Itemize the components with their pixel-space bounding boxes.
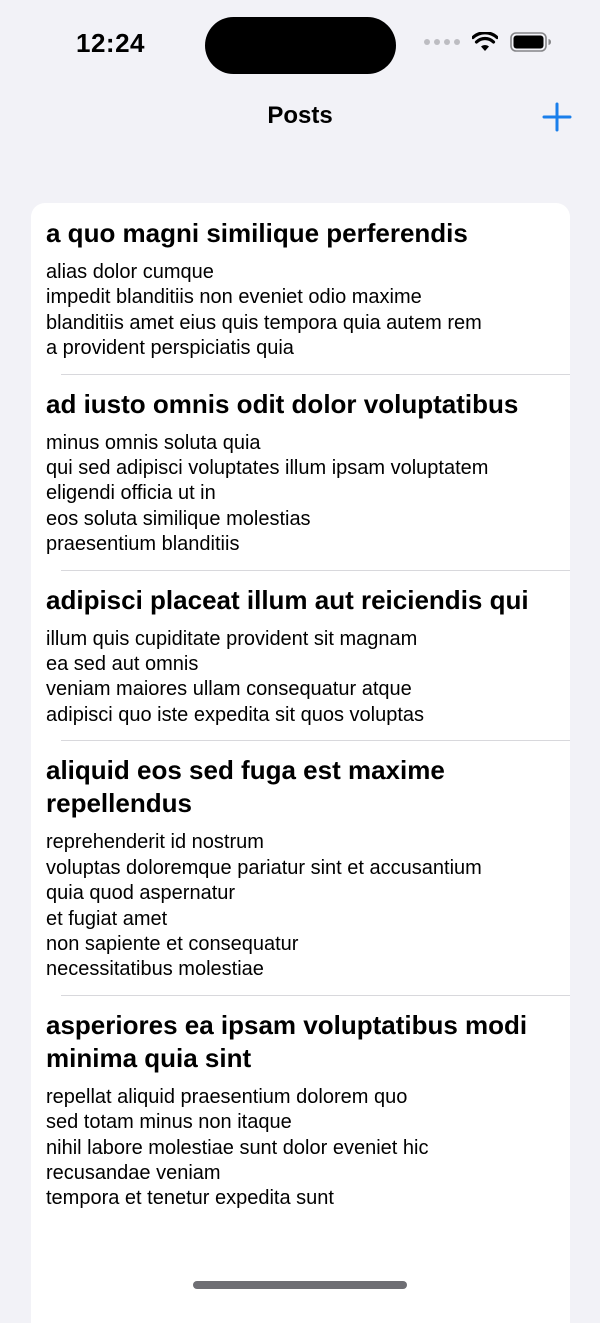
post-row[interactable]: ad iusto omnis odit dolor voluptatibus m… xyxy=(31,373,570,570)
status-icons xyxy=(424,32,552,52)
post-title: adipisci placeat illum aut reiciendis qu… xyxy=(46,584,529,615)
post-row[interactable]: adipisci placeat illum aut reiciendis qu… xyxy=(31,569,570,741)
home-indicator[interactable] xyxy=(193,1281,407,1289)
post-row[interactable]: aliquid eos sed fuga est maxime repellen… xyxy=(31,740,570,994)
plus-icon xyxy=(542,102,572,132)
post-body: alias dolor cumque impedit blanditiis no… xyxy=(46,261,482,360)
status-time: 12:24 xyxy=(76,28,145,58)
post-body: reprehenderit id nostrum voluptas dolore… xyxy=(46,831,482,981)
add-post-button[interactable] xyxy=(540,100,574,134)
post-row[interactable]: a quo magni similique perferendis alias … xyxy=(31,203,570,374)
post-title: asperiores ea ipsam voluptatibus modi mi… xyxy=(46,1009,535,1073)
post-title: ad iusto omnis odit dolor voluptatibus xyxy=(46,388,519,419)
battery-icon xyxy=(510,32,551,52)
status-bar: 12:24 xyxy=(0,0,600,92)
posts-list[interactable]: a quo magni similique perferendis alias … xyxy=(31,203,570,1323)
post-title: aliquid eos sed fuga est maxime repellen… xyxy=(46,755,453,819)
post-row[interactable]: asperiores ea ipsam voluptatibus modi mi… xyxy=(31,994,570,1224)
post-title: a quo magni similique perferendis xyxy=(46,218,468,248)
navigation-bar: Posts xyxy=(0,92,600,142)
post-body: illum quis cupiditate provident sit magn… xyxy=(46,627,425,726)
post-body: repellat aliquid praesentium dolorem quo… xyxy=(46,1085,429,1210)
dynamic-island xyxy=(205,17,396,74)
page-title: Posts xyxy=(267,102,333,129)
wifi-icon xyxy=(472,32,498,51)
cellular-signal-icon xyxy=(424,39,460,45)
post-body: minus omnis soluta quia qui sed adipisci… xyxy=(46,431,489,556)
